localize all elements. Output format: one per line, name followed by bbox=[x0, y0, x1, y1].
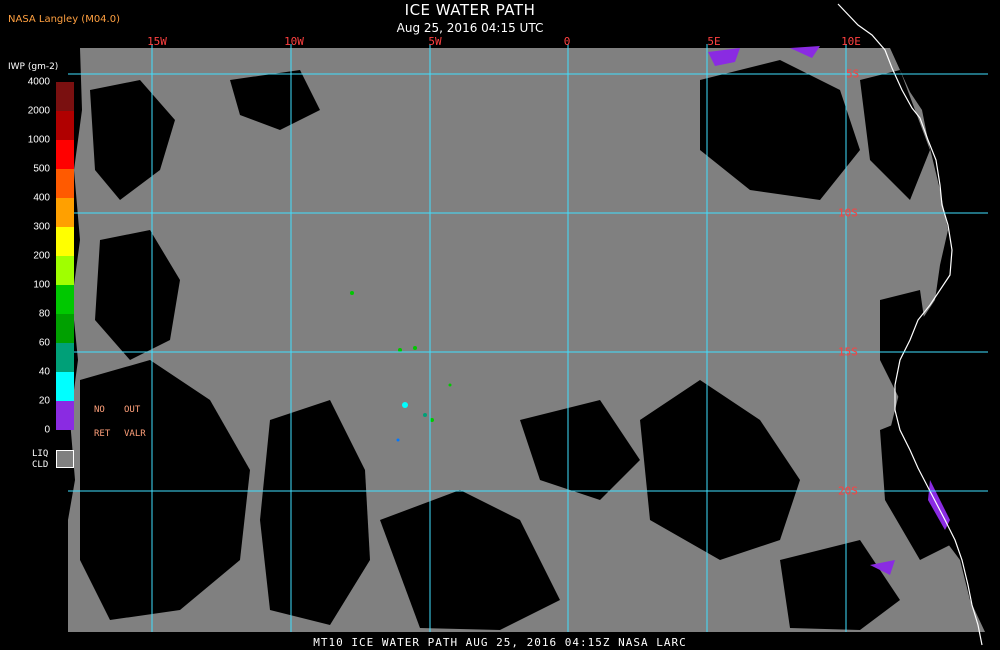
liquid-cloud-swatch bbox=[56, 450, 74, 468]
legend-color-swatch bbox=[56, 169, 74, 198]
lon-label-5e: 5E bbox=[707, 35, 721, 48]
legend-tick-label: 80 bbox=[38, 308, 50, 320]
lon-label-10w: 10W bbox=[284, 35, 304, 48]
legend-tick-label: 0 bbox=[44, 424, 50, 436]
legend-color-swatch-bottom bbox=[56, 401, 74, 430]
legend-tick-label: 300 bbox=[33, 221, 50, 233]
legend-color-swatch bbox=[56, 256, 74, 285]
lon-label-10e: 10E bbox=[841, 35, 861, 48]
legend-ret-label: RET bbox=[94, 429, 111, 439]
legend-color-swatch bbox=[56, 82, 74, 111]
lon-label-15w: 15W bbox=[147, 35, 167, 48]
lon-label-5w: 5W bbox=[428, 35, 442, 48]
legend-tick-label: 400 bbox=[33, 192, 50, 204]
legend-color-swatch bbox=[56, 314, 74, 343]
map-title: ICE WATER PATH bbox=[404, 1, 536, 19]
legend-valr-label: VALR bbox=[124, 429, 146, 439]
satellite-image-viewer: NASA Langley (M04.0) ICE WATER PATH Aug … bbox=[0, 0, 1000, 650]
legend-tick-label: 60 bbox=[38, 337, 50, 349]
legend-color-swatch bbox=[56, 111, 74, 140]
legend-color-swatch bbox=[56, 140, 74, 169]
legend-out-label: OUT bbox=[124, 405, 141, 415]
legend-color-swatch bbox=[56, 198, 74, 227]
legend-liq-label: LIQ bbox=[32, 449, 49, 459]
lat-label-5s: 5S bbox=[846, 67, 860, 81]
legend-tick-label: 500 bbox=[33, 163, 50, 175]
legend-tick-label: 40 bbox=[38, 366, 50, 378]
legend-tick-label: 20 bbox=[38, 395, 50, 407]
legend-tick-label: 1000 bbox=[27, 134, 50, 146]
footer-caption: MT10 ICE WATER PATH AUG 25, 2016 04:15Z … bbox=[313, 636, 687, 649]
lat-label-20s: 20S bbox=[838, 484, 858, 498]
map-timestamp: Aug 25, 2016 04:15 UTC bbox=[396, 21, 544, 35]
legend-tick-label: 100 bbox=[33, 279, 50, 291]
legend-color-swatch bbox=[56, 285, 74, 314]
color-legend: 4000 2000 1000 500 400 300 200 100 80 60 40 20 0 bbox=[0, 76, 80, 476]
lon-label-0: 0 bbox=[563, 35, 571, 48]
legend-tick-label: 2000 bbox=[27, 105, 50, 117]
legend-no-label: NO bbox=[94, 405, 105, 415]
legend-tick-label: 4000 bbox=[27, 76, 50, 88]
lat-label-15s: 15S bbox=[838, 345, 858, 359]
legend-cld-label: CLD bbox=[32, 460, 49, 470]
legend-color-swatch bbox=[56, 343, 74, 372]
legend-unit-label: IWP (gm-2) bbox=[8, 62, 59, 72]
legend-color-swatch bbox=[56, 227, 74, 256]
ice-water-path-map bbox=[68, 3, 988, 646]
legend-color-swatch bbox=[56, 372, 74, 401]
legend-tick-label: 200 bbox=[33, 250, 50, 262]
lat-label-10s: 10S bbox=[838, 206, 858, 220]
